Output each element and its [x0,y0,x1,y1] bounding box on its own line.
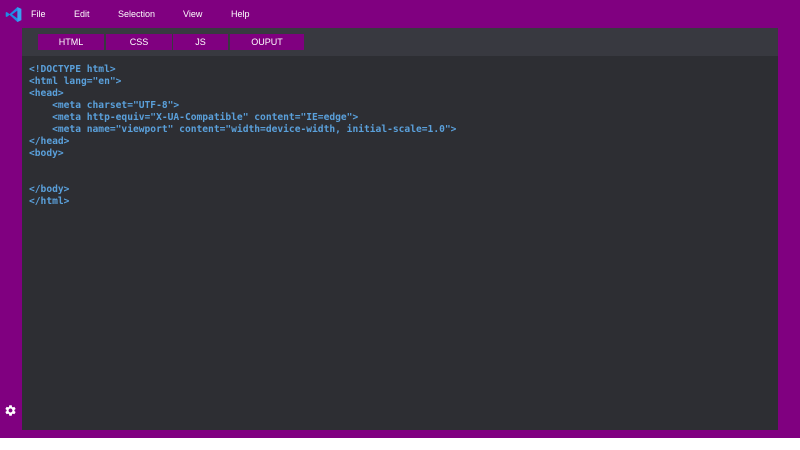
code-line: </head> [29,136,70,147]
code-editor[interactable]: HTML CSS JS OUPUT <!DOCTYPE html> <html l… [22,28,778,430]
gear-icon[interactable] [4,404,17,417]
code-line: </html> [29,196,70,207]
app-window: File Edit Selection View Help HTML CSS J… [0,0,800,438]
tab-bar: HTML CSS JS OUPUT [22,28,778,56]
menu-item-selection[interactable]: Selection [118,9,155,20]
menu-bar: File Edit Selection View Help [0,0,800,28]
tab-html[interactable]: HTML [38,34,104,50]
code-line: <meta name="viewport" content="width=dev… [29,124,457,135]
menu-item-view[interactable]: View [183,9,202,20]
menu-item-file[interactable]: File [31,9,46,20]
code-line: <html lang="en"> [29,76,122,87]
code-line: <meta http-equiv="X-UA-Compatible" conte… [29,112,359,123]
code-line: <!DOCTYPE html> [29,64,116,75]
code-line: <meta charset="UTF-8"> [29,100,180,111]
code-line: <head> [29,88,64,99]
menu-item-help[interactable]: Help [231,9,250,20]
code-content[interactable]: <!DOCTYPE html> <html lang="en"> <head> <m… [29,64,456,208]
tab-output[interactable]: OUPUT [230,34,304,50]
code-line: </body> [29,184,70,195]
tab-js[interactable]: JS [173,34,228,50]
code-line: <body> [29,148,64,159]
tab-css[interactable]: CSS [106,34,172,50]
vscode-logo-icon [5,7,22,22]
menu-item-edit[interactable]: Edit [74,9,90,20]
